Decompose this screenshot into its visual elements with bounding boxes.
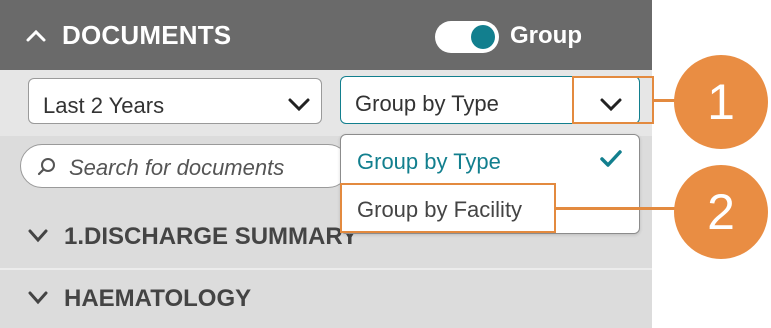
section-label: 1.DISCHARGE SUMMARY — [64, 223, 358, 250]
callout-badge-1: 1 — [674, 55, 768, 149]
option-group-by-type[interactable]: Group by Type — [341, 137, 639, 185]
section-label: HAEMATOLOGY — [64, 285, 252, 312]
section-haematology[interactable]: HAEMATOLOGY — [0, 270, 652, 328]
callout-highlight-2 — [340, 183, 556, 233]
toggle-knob — [471, 25, 495, 49]
callout-highlight-1 — [572, 76, 654, 124]
chevron-up-icon[interactable] — [24, 24, 48, 48]
checkmark-icon — [600, 150, 622, 167]
search-icon — [37, 158, 55, 176]
documents-header: DOCUMENTS Group — [0, 0, 652, 70]
group-toggle-label: Group — [510, 22, 582, 49]
search-input[interactable] — [67, 153, 351, 183]
date-range-value: Last 2 Years — [43, 93, 165, 118]
callout-badge-2: 2 — [674, 165, 768, 259]
chevron-down-icon — [28, 291, 48, 305]
chevron-down-icon — [288, 98, 310, 112]
chevron-down-icon — [28, 229, 48, 243]
option-label: Group by Type — [357, 149, 501, 174]
grouping-value: Group by Type — [355, 91, 499, 116]
panel-title: DOCUMENTS — [62, 20, 232, 50]
search-field[interactable] — [20, 144, 351, 188]
group-toggle[interactable] — [435, 21, 499, 53]
date-range-select[interactable]: Last 2 Years — [28, 78, 322, 124]
